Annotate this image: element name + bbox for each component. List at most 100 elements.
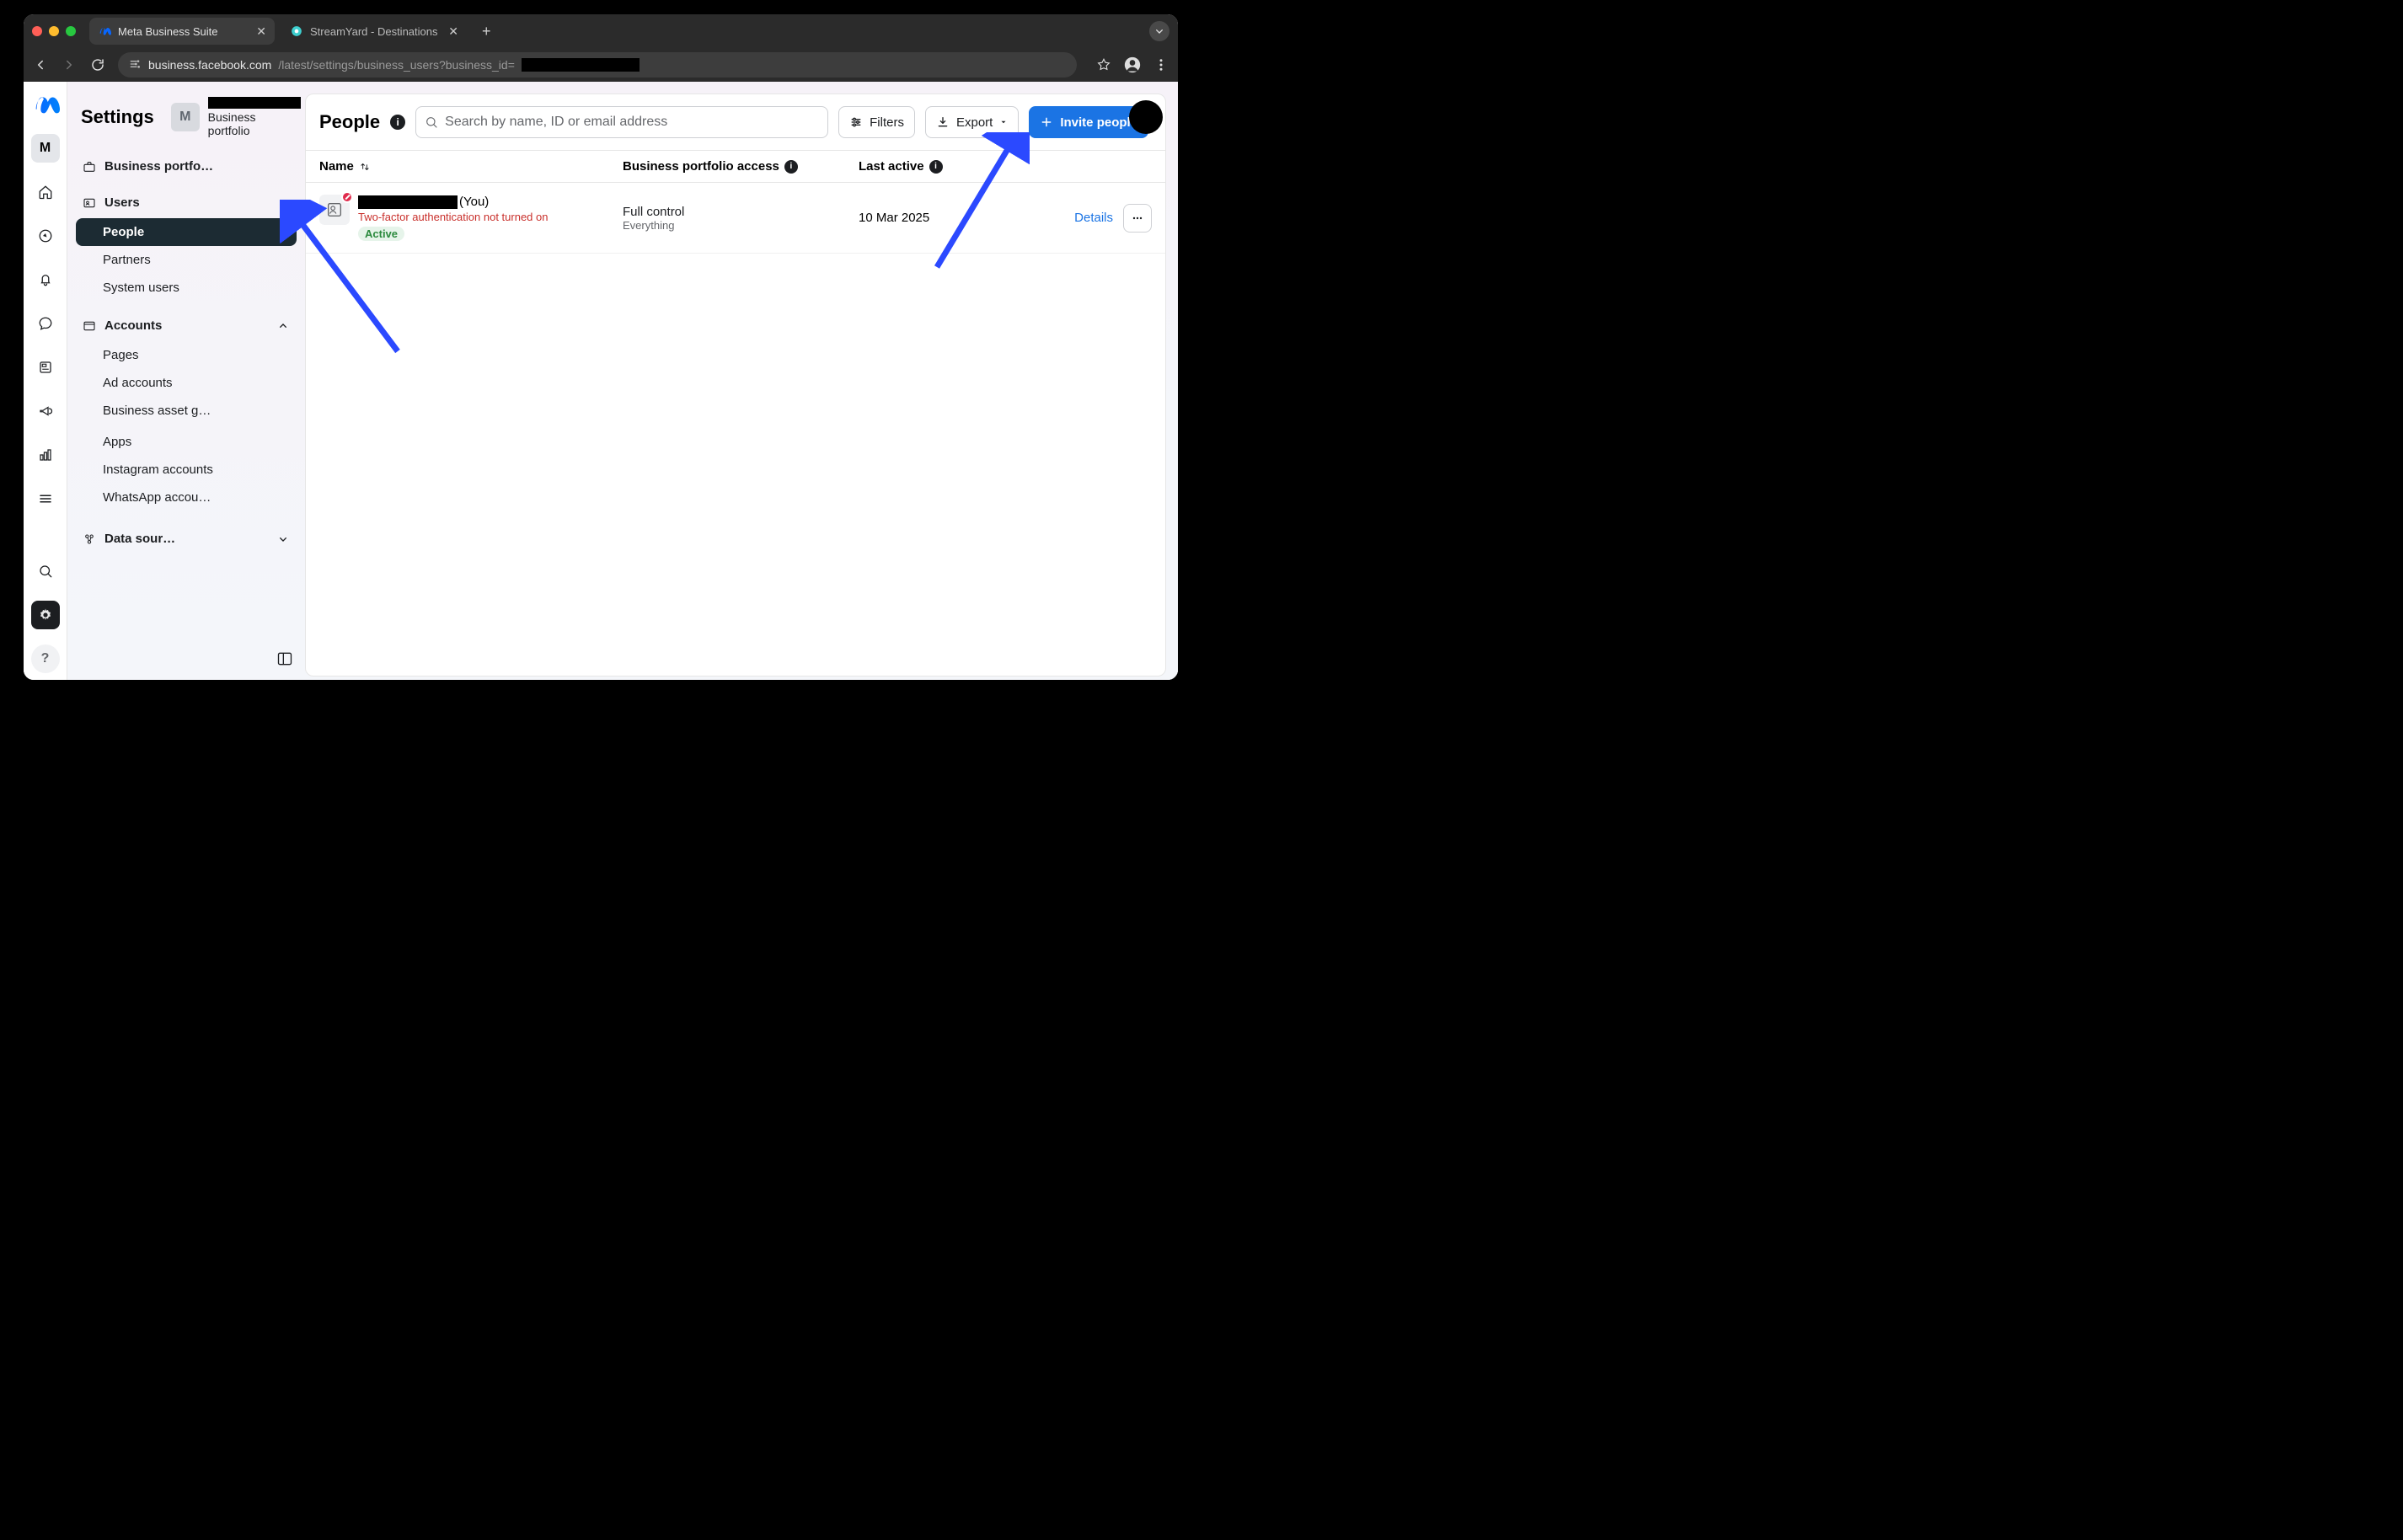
portfolio-switcher[interactable]: M Business portfolio [171, 97, 301, 137]
sidebar-item-apps[interactable]: Apps [76, 428, 297, 456]
streamyard-favicon-icon [290, 24, 303, 38]
you-suffix: (You) [459, 195, 489, 209]
people-panel: People i Search by name, ID or email add… [305, 94, 1166, 676]
search-input[interactable]: Search by name, ID or email address [415, 106, 828, 138]
sidebar-item-business-portfolio[interactable]: Business portfo… [76, 151, 297, 182]
tab-streamyard[interactable]: StreamYard - Destinations ✕ [281, 18, 467, 45]
info-icon[interactable]: i [390, 115, 405, 130]
panel-header: People i Search by name, ID or email add… [306, 94, 1165, 150]
plus-icon [1040, 115, 1053, 129]
reload-button[interactable] [89, 57, 106, 72]
page-title: Settings [81, 106, 154, 128]
close-tab-icon[interactable]: ✕ [448, 25, 458, 37]
minimize-window-button[interactable] [49, 26, 59, 36]
table-header: Name Business portfolio access i Last ac… [306, 150, 1165, 183]
tab-overflow-button[interactable] [1149, 21, 1169, 41]
two-factor-warning: Two-factor authentication not turned on [358, 211, 548, 223]
column-name[interactable]: Name [319, 159, 623, 174]
url-host: business.facebook.com [148, 58, 271, 72]
browser-menu-button[interactable] [1153, 57, 1169, 72]
sidebar-item-people[interactable]: People [76, 218, 297, 246]
last-active-cell: 10 Mar 2025 [859, 211, 1027, 225]
caret-down-icon [999, 118, 1008, 126]
sidebar-item-instagram-accounts[interactable]: Instagram accounts [76, 456, 297, 484]
rail-insights-button[interactable] [31, 441, 60, 469]
details-link[interactable]: Details [1074, 211, 1113, 225]
chevron-down-icon [276, 532, 290, 546]
tab-title: Meta Business Suite [118, 25, 218, 38]
chevron-up-icon [276, 196, 290, 210]
person-icon [319, 195, 350, 225]
section-label: Accounts [104, 318, 162, 333]
rail-inbox-button[interactable] [31, 309, 60, 338]
column-access: Business portfolio access i [623, 159, 859, 174]
settings-sidebar: Settings M Business portfolio Business p… [67, 82, 305, 680]
filters-button[interactable]: Filters [838, 106, 915, 138]
browser-window: Meta Business Suite ✕ StreamYard - Desti… [24, 14, 1178, 680]
sidebar-item-partners[interactable]: Partners [76, 246, 297, 274]
url-path: /latest/settings/business_users?business… [278, 58, 515, 72]
rail-compass-button[interactable] [31, 222, 60, 250]
maximize-window-button[interactable] [66, 26, 76, 36]
site-settings-icon[interactable] [128, 57, 142, 73]
collapse-sidebar-button[interactable] [276, 650, 293, 671]
address-bar[interactable]: business.facebook.com/latest/settings/bu… [118, 52, 1077, 78]
bookmark-star-icon[interactable] [1095, 57, 1112, 72]
rail-content-button[interactable] [31, 353, 60, 382]
meta-logo-icon[interactable] [31, 90, 60, 119]
sidebar-item-label: Business portfo… [104, 159, 213, 174]
redacted-url-segment [522, 58, 640, 72]
sidebar-item-ad-accounts[interactable]: Ad accounts [76, 369, 297, 397]
panel-title: People [319, 111, 380, 133]
redacted-portfolio-name [208, 97, 301, 109]
close-window-button[interactable] [32, 26, 42, 36]
rail-search-button[interactable] [31, 557, 60, 586]
alert-badge-icon [341, 191, 353, 203]
status-badge: Active [358, 227, 404, 241]
rail-ads-button[interactable] [31, 397, 60, 425]
rail-home-button[interactable] [31, 178, 60, 206]
access-cell: Full control Everything [623, 205, 859, 232]
search-placeholder: Search by name, ID or email address [445, 115, 667, 130]
briefcase-icon [83, 160, 96, 174]
nav-rail: M ? [24, 82, 67, 680]
chevron-up-icon [276, 319, 290, 333]
nav-back-button[interactable] [32, 57, 49, 72]
redacted-user-name [358, 195, 458, 209]
new-tab-button[interactable]: + [474, 23, 500, 40]
info-icon[interactable]: i [929, 160, 943, 174]
tab-meta-business-suite[interactable]: Meta Business Suite ✕ [89, 18, 275, 45]
section-label: Users [104, 195, 140, 210]
portfolio-sublabel: Business portfolio [208, 110, 301, 137]
info-icon[interactable]: i [784, 160, 798, 174]
sidebar-item-business-asset-groups[interactable]: Business asset gr… [76, 397, 297, 428]
row-actions-button[interactable] [1123, 204, 1152, 233]
sidebar-section-data-sources[interactable]: Data sour… [76, 523, 297, 554]
search-icon [425, 115, 438, 129]
sidebar-item-pages[interactable]: Pages [76, 341, 297, 369]
nav-forward-button[interactable] [61, 57, 78, 72]
filters-icon [849, 115, 863, 129]
sort-icon [359, 161, 371, 173]
rail-menu-button[interactable] [31, 484, 60, 513]
rail-help-button[interactable]: ? [31, 644, 60, 673]
column-last-active: Last active i [859, 159, 1027, 174]
portfolio-badge-icon: M [171, 103, 200, 131]
url-bar: business.facebook.com/latest/settings/bu… [24, 48, 1178, 82]
sidebar-section-users[interactable]: Users [76, 187, 297, 218]
rail-portfolio-button[interactable]: M [31, 134, 60, 163]
rail-settings-button[interactable] [31, 601, 60, 629]
tab-title: StreamYard - Destinations [310, 25, 438, 38]
profile-button[interactable] [1124, 56, 1141, 73]
titlebar: Meta Business Suite ✕ StreamYard - Desti… [24, 14, 1178, 48]
data-sources-icon [83, 532, 96, 546]
sidebar-item-system-users[interactable]: System users [76, 274, 297, 302]
sidebar-item-whatsapp-accounts[interactable]: WhatsApp accou… [76, 484, 297, 515]
table-row[interactable]: (You) Two-factor authentication not turn… [306, 183, 1165, 254]
export-button[interactable]: Export [925, 106, 1019, 138]
account-avatar[interactable] [1129, 100, 1163, 134]
sidebar-section-accounts[interactable]: Accounts [76, 310, 297, 341]
rail-notifications-button[interactable] [31, 265, 60, 294]
meta-favicon-icon [98, 24, 111, 38]
close-tab-icon[interactable]: ✕ [256, 25, 266, 37]
